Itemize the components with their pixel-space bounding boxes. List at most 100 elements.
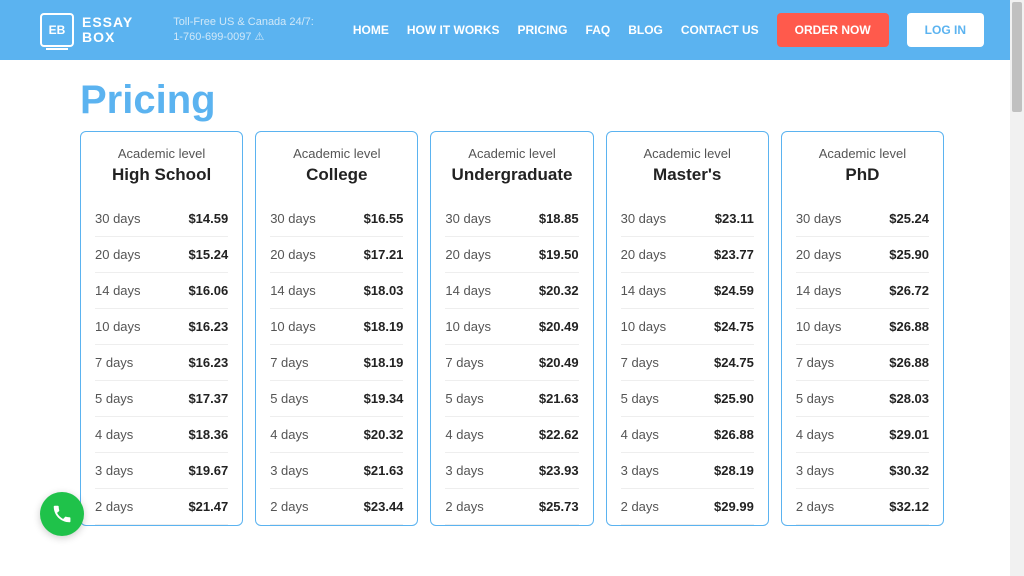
deadline-label: 2 days — [445, 499, 483, 514]
price-row[interactable]: 3 days$21.63 — [270, 453, 403, 489]
price-row[interactable]: 5 days$21.63 — [445, 381, 578, 417]
price-value: $21.47 — [188, 499, 228, 514]
price-row[interactable]: 14 days$16.06 — [95, 273, 228, 309]
deadline-label: 14 days — [796, 283, 842, 298]
price-row[interactable]: 5 days$28.03 — [796, 381, 929, 417]
price-value: $28.03 — [889, 391, 929, 406]
price-row[interactable]: 2 days$29.99 — [621, 489, 754, 525]
price-value: $26.88 — [889, 319, 929, 334]
toll-free: Toll-Free US & Canada 24/7: 1-760-699-00… — [173, 15, 314, 46]
price-row[interactable]: 30 days$23.11 — [621, 201, 754, 237]
price-row[interactable]: 14 days$24.59 — [621, 273, 754, 309]
phone-icon — [51, 503, 73, 525]
price-row[interactable]: 14 days $20.32 — [445, 273, 578, 309]
logo[interactable]: EB ESSAY BOX — [40, 13, 133, 47]
price-value: $17.21 — [364, 247, 404, 262]
price-row[interactable]: 3 days$30.32 — [796, 453, 929, 489]
price-row[interactable]: 7 days$18.19 — [270, 345, 403, 381]
price-row[interactable]: 7 days$24.75 — [621, 345, 754, 381]
price-row[interactable]: 3 days$19.67 — [95, 453, 228, 489]
deadline-label: 30 days — [95, 211, 141, 226]
price-row[interactable]: 20 days$15.24 — [95, 237, 228, 273]
price-row[interactable]: 4 days$26.88 — [621, 417, 754, 453]
card-sub-label: Academic level — [621, 146, 754, 161]
price-row[interactable]: 5 days$25.90 — [621, 381, 754, 417]
price-row[interactable]: 4 days$29.01 — [796, 417, 929, 453]
price-value: $20.32 — [539, 283, 579, 298]
nav-faq[interactable]: FAQ — [586, 23, 611, 37]
deadline-label: 20 days — [621, 247, 667, 262]
price-row[interactable]: 20 days$19.50 — [445, 237, 578, 273]
card-title: Undergraduate — [445, 165, 578, 185]
price-row[interactable]: 4 days$18.36 — [95, 417, 228, 453]
price-row[interactable]: 10 days$20.49 — [445, 309, 578, 345]
price-value: $18.36 — [188, 427, 228, 442]
price-value: $23.77 — [714, 247, 754, 262]
price-row[interactable]: 2 days$21.47 — [95, 489, 228, 525]
price-row[interactable]: 7 days$16.23 — [95, 345, 228, 381]
price-row[interactable]: 3 days$23.93 — [445, 453, 578, 489]
scrollbar-thumb[interactable] — [1012, 2, 1022, 112]
nav: HOME HOW IT WORKS PRICING FAQ BLOG CONTA… — [353, 13, 984, 47]
deadline-label: 14 days — [445, 283, 491, 298]
logo-text: ESSAY BOX — [82, 15, 133, 46]
price-value: $19.34 — [364, 391, 404, 406]
price-row[interactable]: 10 days$26.88 — [796, 309, 929, 345]
pricing-grid: Academic levelHigh School30 days$14.5920… — [0, 131, 1024, 526]
order-now-button[interactable]: ORDER NOW — [777, 13, 889, 47]
price-row[interactable]: 2 days$25.73 — [445, 489, 578, 525]
price-row[interactable]: 30 days$16.55 — [270, 201, 403, 237]
price-value: $16.06 — [188, 283, 228, 298]
card-title: PhD — [796, 165, 929, 185]
price-value: $21.63 — [364, 463, 404, 478]
card-title: Master's — [621, 165, 754, 185]
price-value: $22.62 — [539, 427, 579, 442]
price-row[interactable]: 5 days $19.34 — [270, 381, 403, 417]
price-row[interactable]: 3 days$28.19 — [621, 453, 754, 489]
deadline-label: 20 days — [270, 247, 316, 262]
pricing-card: Academic levelUndergraduate30 days$18.85… — [430, 131, 593, 526]
deadline-label: 5 days — [270, 391, 308, 406]
deadline-label: 14 days — [621, 283, 667, 298]
price-row[interactable]: 30 days$18.85 — [445, 201, 578, 237]
price-value: $23.93 — [539, 463, 579, 478]
toll-label: Toll-Free US & Canada 24/7: — [173, 15, 314, 30]
price-row[interactable]: 2 days$32.12 — [796, 489, 929, 525]
header: EB ESSAY BOX Toll-Free US & Canada 24/7:… — [0, 0, 1024, 60]
nav-pricing[interactable]: PRICING — [518, 23, 568, 37]
price-row[interactable]: 10 days$16.23 — [95, 309, 228, 345]
price-row[interactable]: 2 days$23.44 — [270, 489, 403, 525]
price-row[interactable]: 20 days $23.77 — [621, 237, 754, 273]
nav-blog[interactable]: BLOG — [628, 23, 663, 37]
price-value: $28.19 — [714, 463, 754, 478]
price-row[interactable]: 20 days $17.21 — [270, 237, 403, 273]
deadline-label: 30 days — [796, 211, 842, 226]
price-value: $24.75 — [714, 319, 754, 334]
deadline-label: 7 days — [445, 355, 483, 370]
nav-contact-us[interactable]: CONTACT US — [681, 23, 759, 37]
price-row[interactable]: 4 days$22.62 — [445, 417, 578, 453]
price-row[interactable]: 7 days$26.88 — [796, 345, 929, 381]
deadline-label: 10 days — [445, 319, 491, 334]
price-value: $15.24 — [188, 247, 228, 262]
price-value: $16.23 — [188, 319, 228, 334]
price-row[interactable]: 5 days$17.37 — [95, 381, 228, 417]
price-row[interactable]: 4 days$20.32 — [270, 417, 403, 453]
price-row[interactable]: 7 days$20.49 — [445, 345, 578, 381]
page-title: Pricing — [0, 60, 1024, 131]
price-row[interactable]: 14 days$18.03 — [270, 273, 403, 309]
deadline-label: 4 days — [270, 427, 308, 442]
price-row[interactable]: 30 days$14.59 — [95, 201, 228, 237]
deadline-label: 2 days — [796, 499, 834, 514]
nav-how-it-works[interactable]: HOW IT WORKS — [407, 23, 500, 37]
toll-phone[interactable]: 1-760-699-0097 ⚠ — [173, 30, 314, 45]
nav-home[interactable]: HOME — [353, 23, 389, 37]
login-button[interactable]: LOG IN — [907, 13, 984, 47]
price-row[interactable]: 10 days$24.75 — [621, 309, 754, 345]
price-row[interactable]: 30 days$25.24 — [796, 201, 929, 237]
phone-fab[interactable] — [40, 492, 84, 536]
price-row[interactable]: 20 days$25.90 — [796, 237, 929, 273]
price-row[interactable]: 10 days$18.19 — [270, 309, 403, 345]
price-row[interactable]: 14 days$26.72 — [796, 273, 929, 309]
scrollbar[interactable] — [1010, 0, 1024, 576]
